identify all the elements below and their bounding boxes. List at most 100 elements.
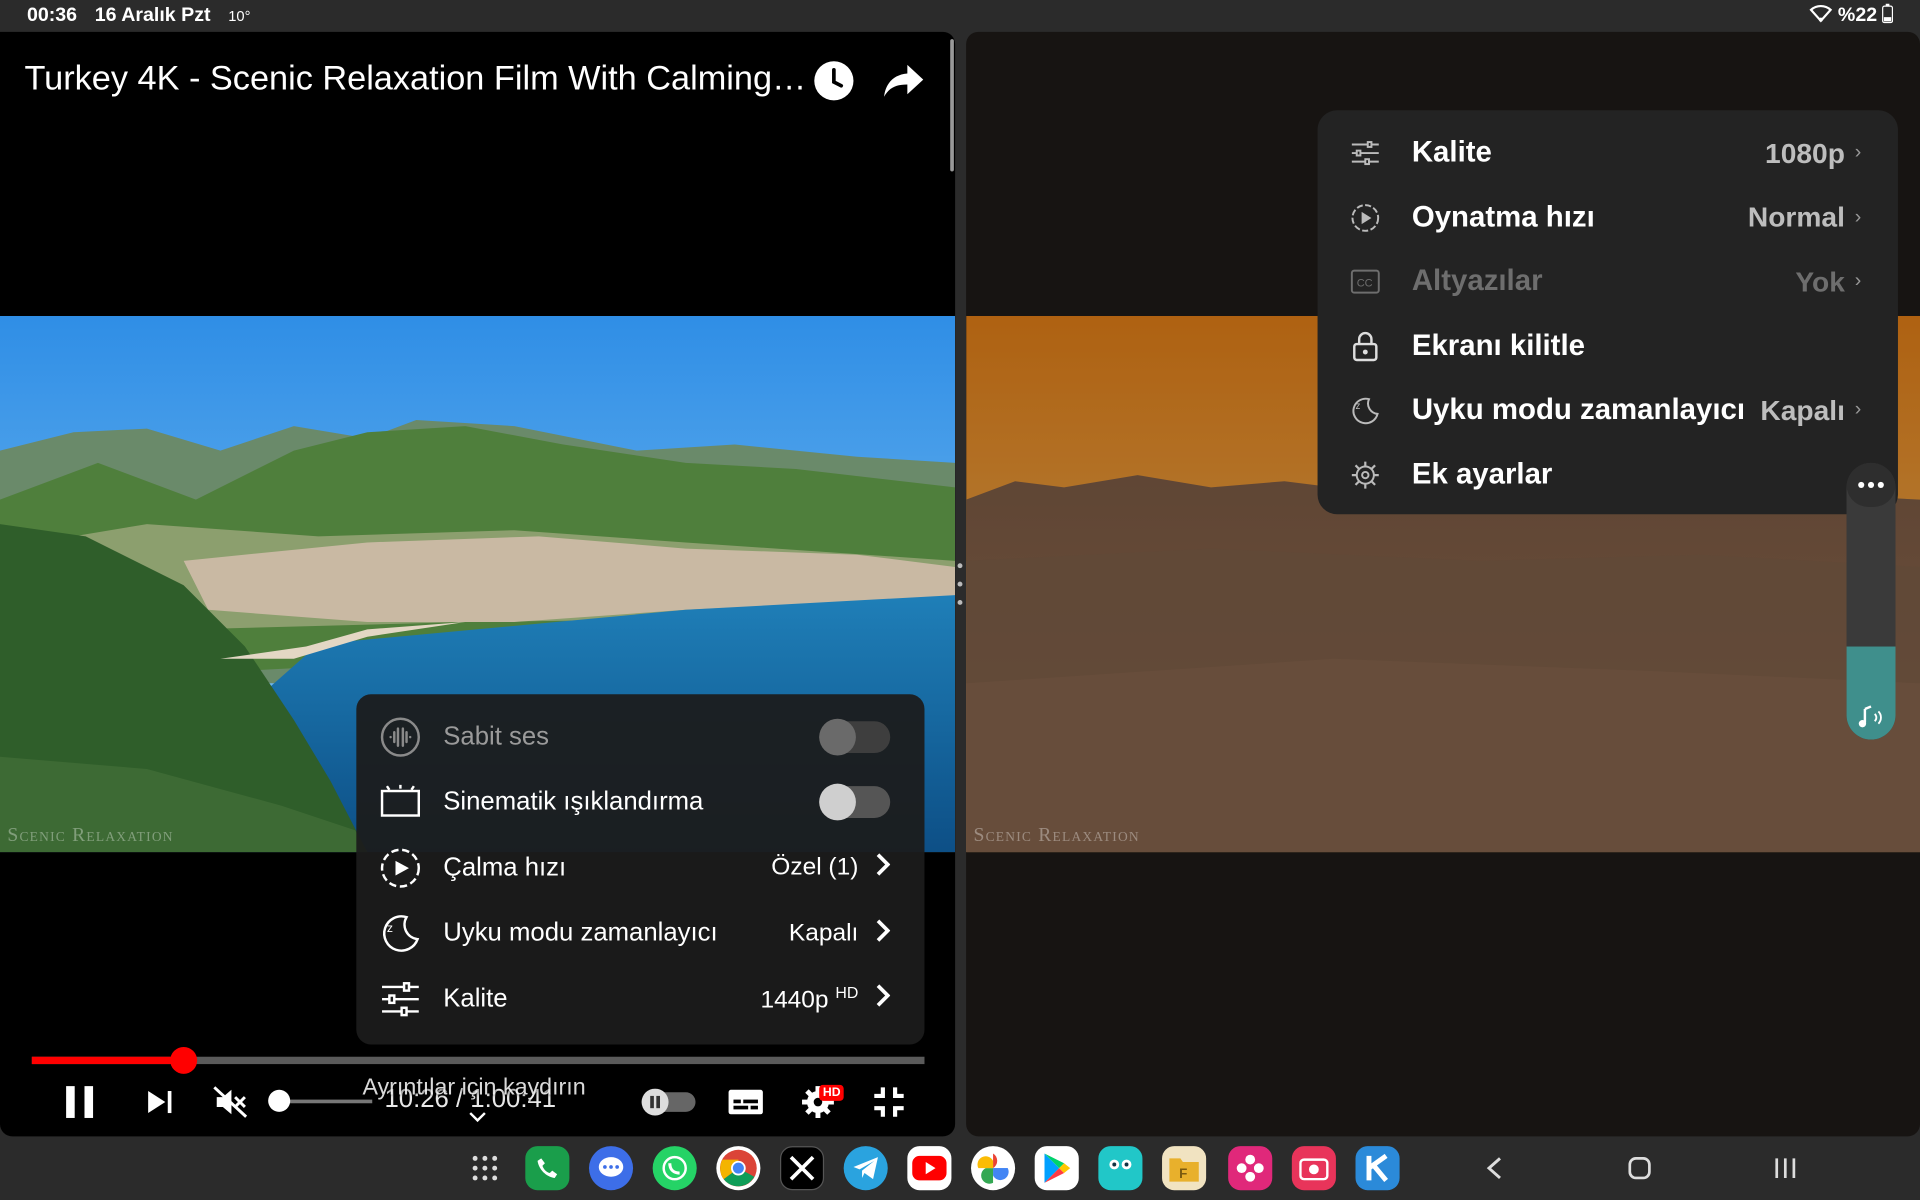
x-icon[interactable] [780,1146,825,1191]
video-watermark: Scenic Relaxation [7,825,174,847]
menu-label: Ekranı kilitle [1411,329,1585,363]
stable-volume-icon [378,715,422,759]
quality-icon [1349,137,1381,169]
svg-text:F: F [1179,1166,1187,1181]
menu-item-additional-settings[interactable]: Ek ayarlar › [1318,443,1898,507]
sleep-timer-icon: z [378,911,422,955]
menu-label: Sabit ses [443,722,550,751]
home-icon[interactable] [1621,1151,1658,1185]
chevron-right-icon: › [1854,399,1862,421]
menu-item-quality[interactable]: Kalite 1440p HD [356,966,924,1032]
captions-button[interactable] [726,1078,765,1127]
menu-item-ambient-mode[interactable]: Sinematik ışıklandırma [356,770,924,836]
chrome-icon[interactable] [716,1146,761,1191]
seek-thumb[interactable] [170,1046,198,1074]
volume-thumb[interactable] [268,1089,291,1112]
playback-speed-icon [378,846,422,890]
menu-item-captions[interactable]: CC Altyazılar Yok › [1318,250,1898,314]
skip-next-icon [148,1091,172,1114]
chevron-down-icon [468,1107,488,1129]
subtitles-icon [728,1089,763,1115]
gear-icon [1349,459,1381,491]
lock-icon [1349,330,1381,362]
sleep-timer-icon: z [1349,395,1381,427]
watch-later-icon[interactable] [812,59,856,103]
menu-value: Kapalı [1760,393,1845,426]
telegram-icon[interactable] [843,1146,888,1191]
next-button[interactable] [142,1078,179,1127]
menu-item-lock-screen[interactable]: Ekranı kilitle [1318,314,1898,378]
k-app-icon[interactable] [1355,1146,1400,1191]
chevron-right-icon [876,984,891,1015]
video-title: Turkey 4K - Scenic Relaxation Film With … [24,58,809,97]
volume-side-panel[interactable] [1846,462,1896,740]
chevron-right-icon: › [1854,270,1862,292]
menu-value: 1440p HD [760,983,859,1014]
split-divider-handle[interactable] [956,563,963,605]
messages-icon[interactable] [588,1146,634,1191]
screen-recorder-icon[interactable] [1291,1146,1336,1191]
files-icon[interactable]: F [1162,1146,1207,1191]
menu-value: Kapalı [788,919,859,947]
svg-text:z: z [387,921,393,935]
more-options-icon[interactable] [1846,462,1896,507]
chevron-right-icon [876,853,891,884]
volume-slider[interactable] [279,1099,373,1104]
chevron-right-icon: › [1854,206,1862,228]
menu-item-playback-speed[interactable]: Oynatma hızı Normal › [1318,186,1898,250]
ambient-mode-icon [378,780,422,824]
seek-bar[interactable] [31,1046,925,1074]
app-teal-icon[interactable] [1098,1146,1143,1191]
menu-label: Uyku modu zamanlayıcı [1411,393,1746,427]
pause-button[interactable] [59,1078,101,1127]
menu-item-sleep-timer[interactable]: z Uyku modu zamanlayıcı Kapalı [356,901,924,967]
menu-label: Kalite [443,984,508,1013]
status-date: 16 Aralık Pzt [94,4,211,26]
battery-icon [1882,3,1894,29]
recents-icon[interactable] [1767,1151,1804,1185]
ambient-mode-toggle[interactable] [819,783,891,821]
mute-button[interactable] [211,1078,250,1127]
back-icon[interactable] [1476,1151,1513,1185]
menu-label: Altyazılar [1411,264,1543,298]
menu-item-quality[interactable]: Kalite 1080p › [1318,121,1898,185]
menu-item-sleep-timer[interactable]: z Uyku modu zamanlayıcı Kapalı › [1318,378,1898,442]
menu-value: Normal [1747,201,1845,233]
player-options-menu: Kalite 1080p › Oynatma hızı Normal › CC … [1317,110,1898,515]
menu-item-playback-speed[interactable]: Çalma hızı Özel (1) [356,835,924,901]
youtube-icon[interactable] [907,1146,952,1191]
menu-value: Yok [1795,265,1845,298]
apps-grid-icon[interactable] [463,1146,507,1190]
pause-icon [66,1086,94,1118]
status-time: 00:36 [26,4,78,26]
menu-label: Çalma hızı [443,853,567,882]
swipe-hint: Ayrıntılar için kaydırın [362,1075,586,1101]
playback-speed-icon [1349,202,1381,234]
menu-label: Oynatma hızı [1411,200,1595,234]
phone-icon[interactable] [525,1146,570,1191]
stable-volume-toggle[interactable] [819,718,891,756]
menu-item-stable-volume[interactable]: Sabit ses [356,704,924,770]
status-bar: 00:36 16 Aralık Pzt 10° %22 [0,0,1920,32]
whatsapp-icon[interactable] [652,1146,697,1191]
play-store-icon[interactable] [1034,1146,1079,1191]
media-volume-icon [1847,703,1896,732]
menu-label: Kalite [1411,136,1492,170]
menu-value: Özel (1) [771,853,859,881]
menu-label: Uyku modu zamanlayıcı [443,918,718,947]
gallery-flower-icon[interactable] [1228,1146,1273,1191]
volume-muted-icon [213,1086,248,1118]
scrollbar[interactable] [950,39,954,172]
left-player[interactable]: Turkey 4K - Scenic Relaxation Film With … [0,31,956,1137]
share-icon[interactable] [882,59,926,103]
chevron-right-icon [876,918,891,949]
video-watermark: Scenic Relaxation [973,825,1140,847]
photos-icon[interactable] [971,1146,1016,1191]
autoplay-icon [641,1088,696,1116]
exit-fullscreen-icon [874,1087,904,1117]
exit-fullscreen-button[interactable] [869,1078,908,1127]
autoplay-toggle[interactable] [639,1078,698,1127]
hd-superscript: HD [835,983,859,1002]
battery-level: %22 [1837,4,1878,26]
quality-icon [378,977,422,1021]
